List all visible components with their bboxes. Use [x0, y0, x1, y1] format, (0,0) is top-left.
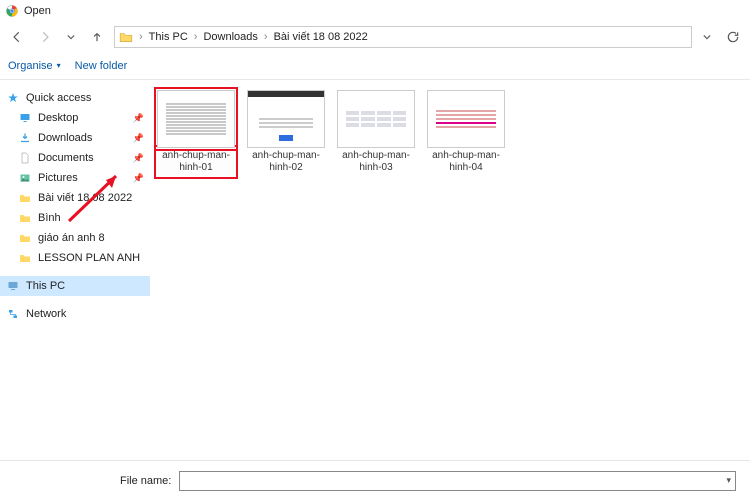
pin-icon: 📌 — [133, 133, 144, 144]
breadcrumb-downloads[interactable]: Downloads — [203, 31, 257, 43]
sidebar-item-label: Quick access — [26, 92, 91, 104]
address-dropdown[interactable] — [698, 26, 716, 48]
sidebar-documents[interactable]: Documents 📌 — [0, 148, 150, 168]
star-icon — [6, 91, 20, 105]
folder-icon — [18, 231, 32, 245]
pin-icon: 📌 — [133, 113, 144, 124]
folder-icon — [18, 191, 32, 205]
file-name: anh-chup-man-hinh-01 — [157, 148, 235, 176]
up-button[interactable] — [86, 26, 108, 48]
window-title: Open — [24, 5, 51, 17]
history-dropdown[interactable] — [62, 26, 80, 48]
sidebar-downloads[interactable]: Downloads 📌 — [0, 128, 150, 148]
refresh-button[interactable] — [722, 26, 744, 48]
address-bar[interactable]: › This PC › Downloads › Bài viết 18 08 2… — [114, 26, 692, 48]
sidebar-quick-access[interactable]: Quick access — [0, 88, 150, 108]
downloads-icon — [18, 131, 32, 145]
sidebar-network[interactable]: Network — [0, 304, 150, 324]
sidebar-item-label: LESSON PLAN ANH — [38, 252, 140, 264]
chevron-down-icon: ▾ — [57, 61, 61, 70]
sidebar-folder-giaoan[interactable]: giáo án anh 8 — [0, 228, 150, 248]
organise-label: Organise — [8, 60, 53, 72]
network-icon — [6, 307, 20, 321]
open-dialog: Open › This PC › Downloads › Bài viết 18… — [0, 0, 750, 500]
sidebar-pictures[interactable]: Pictures 📌 — [0, 168, 150, 188]
chrome-icon — [6, 5, 18, 17]
file-list[interactable]: anh-chup-man-hinh-01 anh-chup-man-hinh-0… — [150, 80, 750, 460]
chevron-down-icon[interactable]: ▾ — [726, 475, 731, 486]
sidebar-desktop[interactable]: Desktop 📌 — [0, 108, 150, 128]
file-tile[interactable]: anh-chup-man-hinh-01 — [156, 90, 236, 176]
file-name: anh-chup-man-hinh-04 — [427, 148, 505, 176]
breadcrumb-sep: › — [139, 31, 143, 43]
folder-icon — [18, 251, 32, 265]
file-name: anh-chup-man-hinh-03 — [337, 148, 415, 176]
pin-icon: 📌 — [133, 153, 144, 164]
bottom-bar: File name: ▾ — [0, 460, 750, 500]
toolbar: Organise ▾ New folder — [0, 52, 750, 80]
sidebar-folder-baiviet[interactable]: Bài viết 18 08 2022 — [0, 188, 150, 208]
filename-label: File name: — [120, 475, 171, 487]
filename-input[interactable]: ▾ — [179, 471, 736, 491]
folder-icon — [119, 31, 133, 43]
file-tile[interactable]: anh-chup-man-hinh-04 — [426, 90, 506, 176]
file-tile[interactable]: anh-chup-man-hinh-02 — [246, 90, 326, 176]
sidebar-item-label: Network — [26, 308, 66, 320]
sidebar-item-label: Downloads — [38, 132, 92, 144]
breadcrumb-sep: › — [264, 31, 268, 43]
documents-icon — [18, 151, 32, 165]
breadcrumb-sep: › — [194, 31, 198, 43]
sidebar: Quick access Desktop 📌 Downloads 📌 Docum… — [0, 80, 150, 460]
pin-icon: 📌 — [133, 173, 144, 184]
organise-menu[interactable]: Organise ▾ — [8, 60, 61, 72]
file-tile[interactable]: anh-chup-man-hinh-03 — [336, 90, 416, 176]
file-thumbnail — [427, 90, 505, 148]
sidebar-this-pc[interactable]: This PC — [0, 276, 150, 296]
folder-icon — [18, 211, 32, 225]
forward-button[interactable] — [34, 26, 56, 48]
pc-icon — [6, 279, 20, 293]
sidebar-folder-lesson[interactable]: LESSON PLAN ANH — [0, 248, 150, 268]
breadcrumb-current[interactable]: Bài viết 18 08 2022 — [274, 31, 368, 43]
sidebar-item-label: Documents — [38, 152, 94, 164]
sidebar-item-label: Bài viết 18 08 2022 — [38, 192, 132, 204]
titlebar: Open — [0, 0, 750, 22]
back-button[interactable] — [6, 26, 28, 48]
new-folder-button[interactable]: New folder — [75, 60, 128, 72]
file-thumbnail — [157, 90, 235, 148]
file-name: anh-chup-man-hinh-02 — [247, 148, 325, 176]
nav-row: › This PC › Downloads › Bài viết 18 08 2… — [0, 22, 750, 52]
desktop-icon — [18, 111, 32, 125]
sidebar-item-label: Bình — [38, 212, 61, 224]
sidebar-item-label: giáo án anh 8 — [38, 232, 105, 244]
file-thumbnail — [247, 90, 325, 148]
body: Quick access Desktop 📌 Downloads 📌 Docum… — [0, 80, 750, 460]
sidebar-item-label: Pictures — [38, 172, 78, 184]
sidebar-item-label: Desktop — [38, 112, 78, 124]
breadcrumb-root[interactable]: This PC — [149, 31, 188, 43]
pictures-icon — [18, 171, 32, 185]
sidebar-item-label: This PC — [26, 280, 65, 292]
sidebar-folder-binh[interactable]: Bình — [0, 208, 150, 228]
file-thumbnail — [337, 90, 415, 148]
